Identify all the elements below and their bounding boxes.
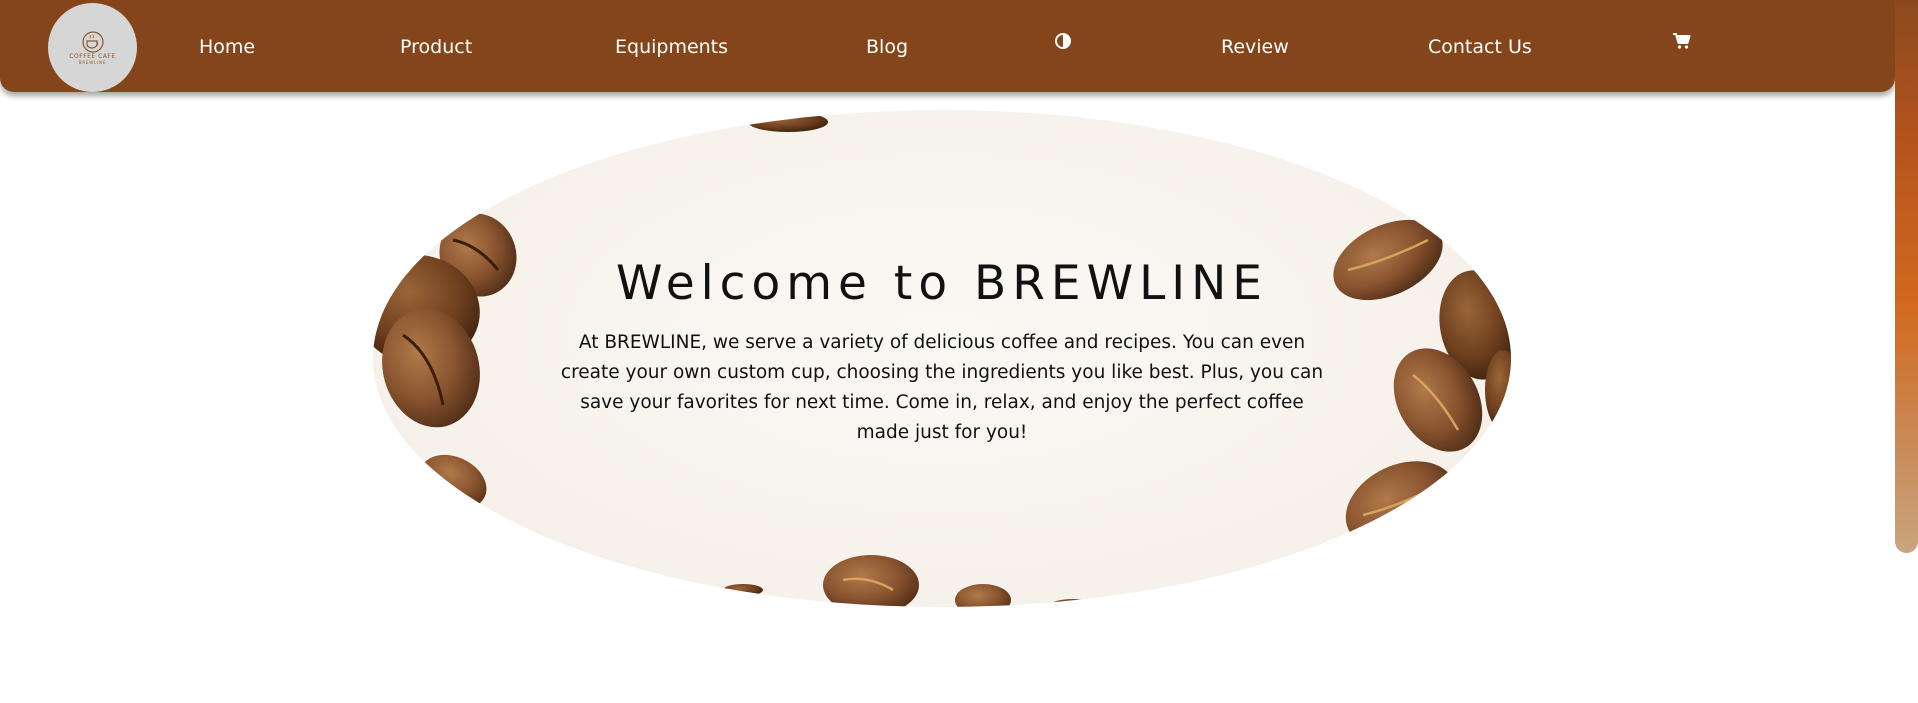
nav-review[interactable]: Review: [1221, 34, 1289, 60]
cart-icon[interactable]: [1672, 32, 1692, 50]
navbar: COFFEE CAFE BREWLINE Home Product Equipm…: [0, 0, 1895, 92]
logo-title: COFFEE CAFE: [69, 52, 116, 60]
nav-equipments[interactable]: Equipments: [615, 34, 728, 60]
scrollbar-track[interactable]: [1895, 0, 1918, 703]
hero-banner: Welcome to BREWLINE At BREWLINE, we serv…: [373, 110, 1511, 607]
page: COFFEE CAFE BREWLINE Home Product Equipm…: [0, 0, 1918, 703]
hero-description: At BREWLINE, we serve a variety of delic…: [560, 332, 1324, 443]
nav-blog[interactable]: Blog: [866, 34, 908, 60]
logo[interactable]: COFFEE CAFE BREWLINE: [48, 3, 137, 92]
coffee-cup-icon: [81, 30, 104, 53]
nav-contact-us[interactable]: Contact Us: [1428, 34, 1532, 60]
nav-product[interactable]: Product: [400, 34, 472, 60]
logo-subtitle: BREWLINE: [78, 59, 107, 65]
contrast-icon[interactable]: [1054, 32, 1072, 50]
scrollbar-thumb[interactable]: [1895, 0, 1918, 553]
nav-home[interactable]: Home: [199, 34, 255, 60]
hero-title: Welcome to BREWLINE: [615, 256, 1269, 311]
